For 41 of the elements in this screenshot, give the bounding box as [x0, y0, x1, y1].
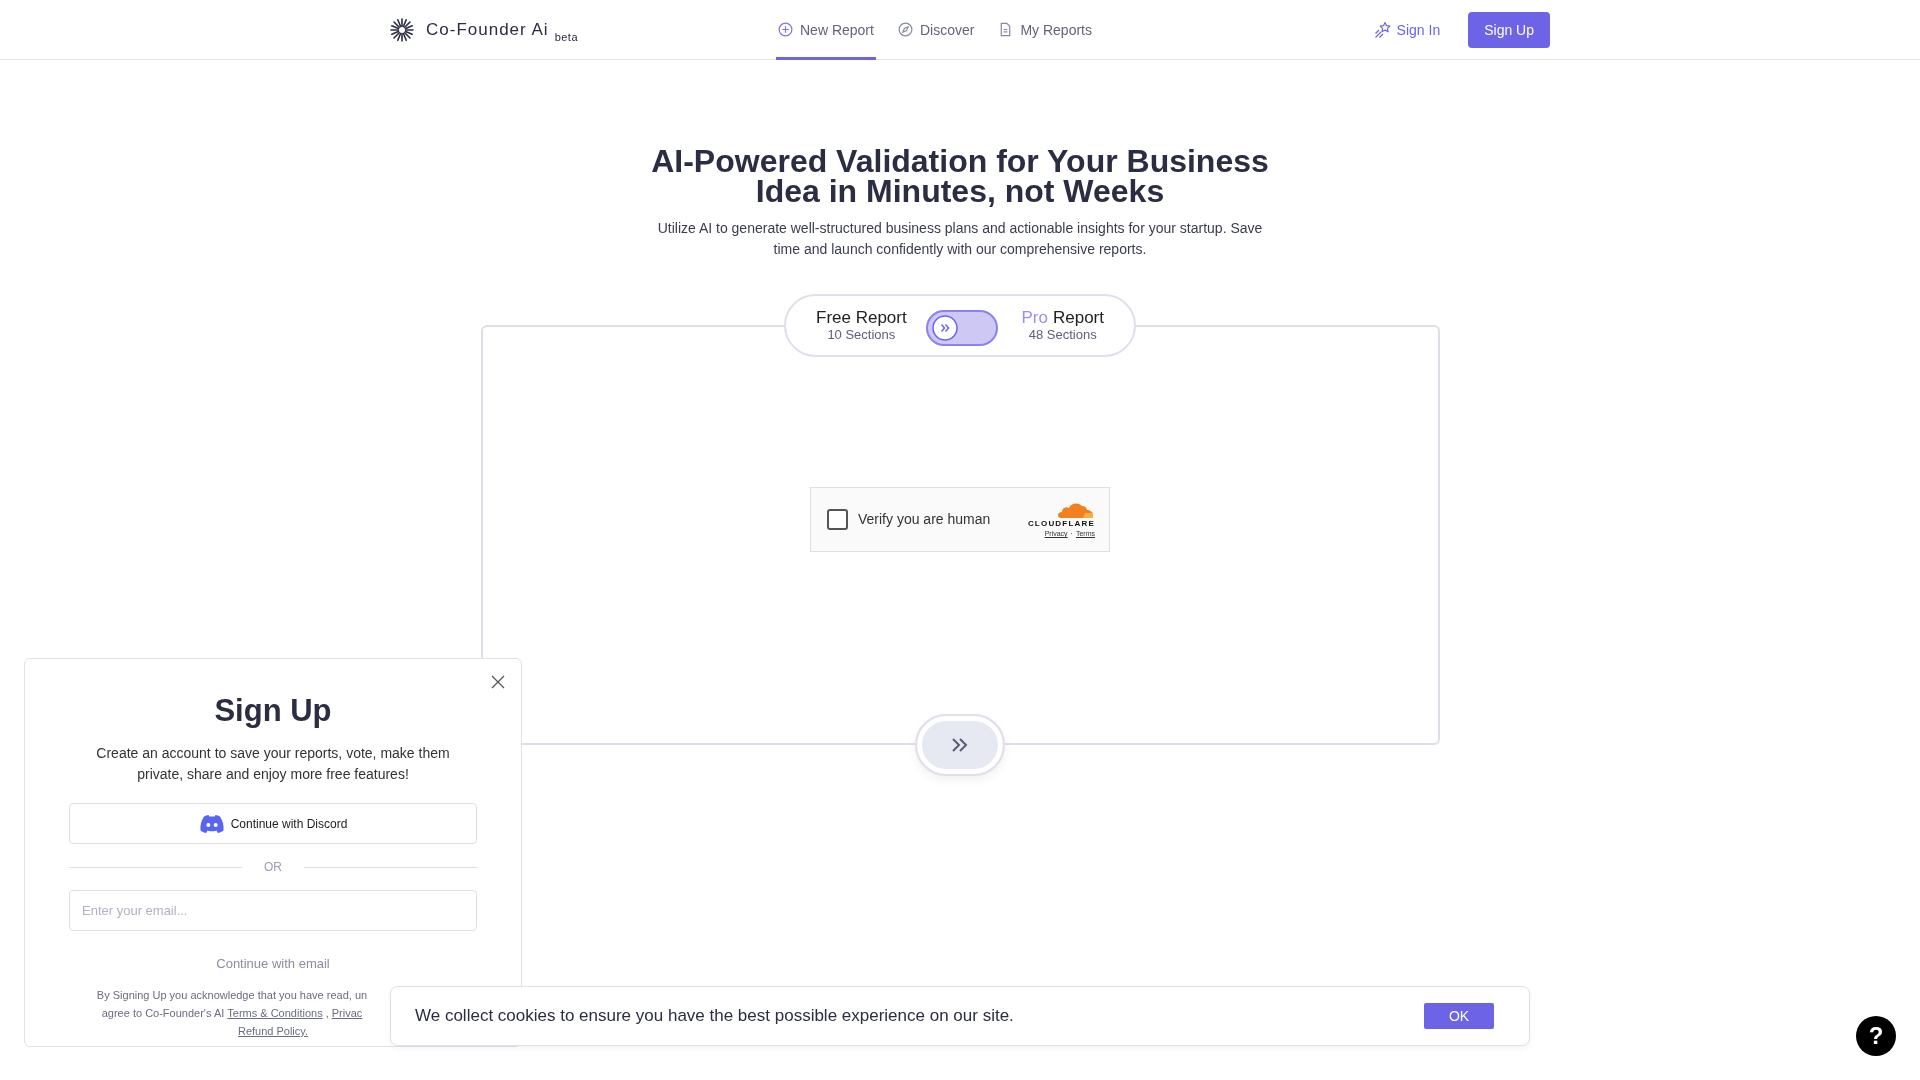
close-icon[interactable] [491, 675, 505, 689]
ok-button[interactable]: OK [1424, 1003, 1494, 1029]
cloudflare-wordmark: CLOUDFLARE [1027, 519, 1095, 528]
hero-subtitle: Utilize AI to generate well-structured business plans and actionable insights for your startup. Save time and launch confidently with our comprehensive reports. [657, 219, 1263, 259]
comma-text: , [325, 1006, 329, 1021]
discord-button[interactable]: Continue with Discord [69, 803, 477, 844]
captcha-checkbox[interactable] [827, 508, 848, 530]
compass-icon [897, 22, 913, 37]
sign-up-button[interactable]: Sign Up [1468, 11, 1550, 48]
nav-tab[interactable]: Discover [895, 0, 977, 60]
beta-label: beta [554, 30, 579, 43]
game-controller-icon [198, 813, 225, 834]
report-option-title: Free Report [816, 309, 907, 327]
refund-policy-link[interactable]: Refund Policy. [237, 1022, 309, 1040]
report-switch[interactable] [926, 310, 998, 346]
or-divider-label: OR [264, 860, 282, 874]
help-button[interactable]: ? [1856, 1016, 1896, 1056]
cookie-message: We collect cookies to ensure you have the best possible experience on our site. [415, 1006, 1014, 1026]
captcha-label: Verify you are human [858, 511, 991, 527]
sparkle-star-icon [1373, 20, 1392, 39]
report-option-title: Pro Report [1021, 309, 1104, 327]
email-field[interactable]: Enter your email... [69, 890, 477, 931]
privacy-link[interactable]: Privac [331, 1004, 363, 1022]
nav-tab[interactable]: My Reports [996, 0, 1094, 60]
report-option-sections: 10 Sections [827, 327, 896, 342]
sign-up-description: Create an account to save your reports, vote, make them private, share and enjoy more free features! [96, 744, 450, 784]
nav-tab[interactable]: New Report [776, 0, 876, 60]
double-chevron-knob-icon[interactable] [932, 315, 958, 341]
terms-link[interactable]: Terms & Conditions [227, 1004, 323, 1022]
report-option-sections: 48 Sections [1028, 327, 1097, 342]
hero-title: AI-Powered Validation for Your Business Idea in Minutes, not Weeks [651, 146, 1269, 206]
sign-up-title: Sign Up [214, 693, 332, 729]
legal-text: By Signing Up you acknowledge that you have read, un [95, 988, 369, 1003]
double-chevron-icon [950, 737, 970, 753]
continue-email-button[interactable]: Continue with email [210, 955, 336, 972]
logo-icon [390, 17, 414, 42]
cloud-icon [1057, 501, 1095, 519]
plus-circle-icon [778, 22, 793, 37]
legal-text: agree to Co-Founder's AI [101, 1006, 225, 1021]
brand-name[interactable]: Co-Founder Ai [426, 19, 549, 40]
sign-in-link[interactable]: Sign In [1373, 20, 1441, 39]
